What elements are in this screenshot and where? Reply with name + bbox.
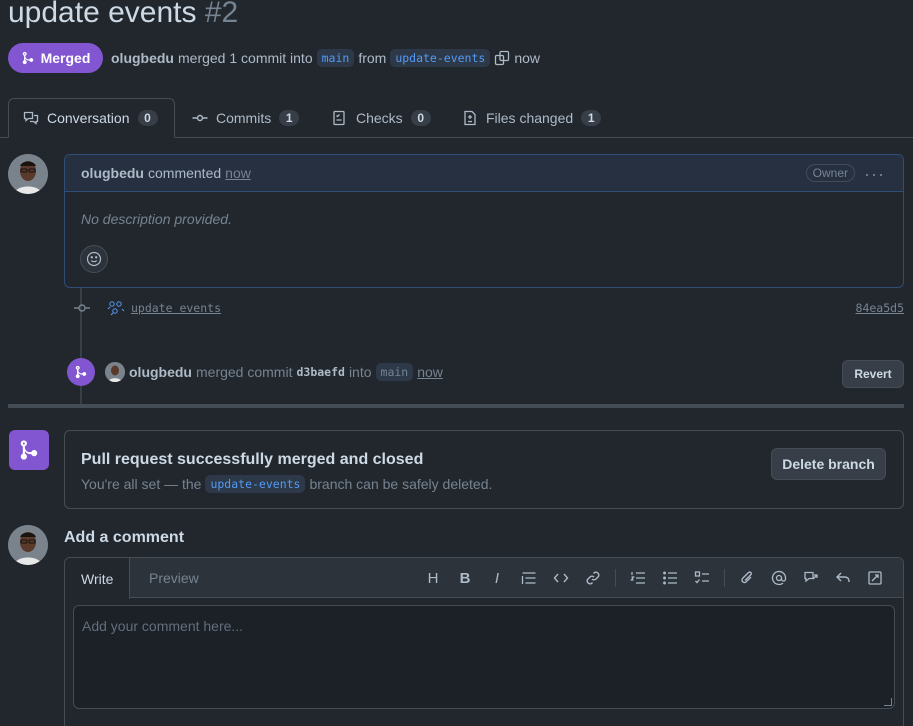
merge-event-line: olugbedu merged commit d3baefd into main… xyxy=(105,362,443,382)
comment-author[interactable]: olugbedu xyxy=(81,165,144,181)
pr-meta-line: olugbedu merged 1 commit into main from … xyxy=(111,49,540,67)
cross-reference-icon[interactable] xyxy=(795,569,827,587)
toolbar-divider xyxy=(615,569,616,587)
tab-counter: 1 xyxy=(581,110,602,126)
pr-number: #2 xyxy=(204,0,239,29)
comment-discussion-icon xyxy=(23,111,39,125)
checklist-icon xyxy=(333,110,345,126)
italic-icon[interactable]: I xyxy=(481,569,513,587)
tab-conversation[interactable]: Conversation 0 xyxy=(8,98,175,138)
tab-preview[interactable]: Preview xyxy=(133,558,215,598)
pr-title-text: update events xyxy=(8,0,197,29)
merged-event-badge xyxy=(67,358,95,386)
smiley-icon xyxy=(86,251,102,267)
head-branch[interactable]: update-events xyxy=(205,475,306,493)
copy-icon[interactable] xyxy=(494,50,510,66)
base-branch[interactable]: main xyxy=(316,49,355,67)
avatar[interactable] xyxy=(105,362,125,382)
mention-icon[interactable] xyxy=(763,569,795,587)
pr-title: update events #2 xyxy=(8,0,238,30)
comment-header: olugbedu commented now Owner ··· xyxy=(65,155,903,192)
git-commit-icon xyxy=(192,114,208,122)
owner-badge: Owner xyxy=(805,164,855,182)
tab-checks[interactable]: Checks 0 xyxy=(318,98,445,138)
editor-tabs: Write Preview H B I xyxy=(65,558,903,599)
tab-label: Commits xyxy=(216,110,272,126)
link-icon[interactable] xyxy=(577,569,609,587)
comment-time[interactable]: now xyxy=(225,165,251,181)
delete-branch-button[interactable]: Delete branch xyxy=(771,448,886,480)
add-reaction-button[interactable] xyxy=(80,245,108,273)
add-comment-title: Add a comment xyxy=(64,529,185,546)
tab-counter: 0 xyxy=(137,110,158,126)
merged-description: You're all set — the update-events branc… xyxy=(81,475,492,493)
merge-sha[interactable]: d3baefd xyxy=(296,365,344,379)
tab-label: Conversation xyxy=(47,110,130,126)
markdown-toolbar: H B I xyxy=(417,569,891,587)
tab-counter: 0 xyxy=(410,110,431,126)
git-merge-icon xyxy=(20,440,38,460)
bold-icon[interactable]: B xyxy=(449,569,481,587)
commit-sha[interactable]: 84ea5d5 xyxy=(856,301,904,315)
revert-button[interactable]: Revert xyxy=(842,360,904,388)
comment-editor: Write Preview H B I Add your comment her… xyxy=(64,557,904,726)
comment-body: No description provided. xyxy=(81,211,232,227)
quote-icon[interactable] xyxy=(513,569,545,587)
heading-glyph: H xyxy=(427,569,439,587)
unordered-list-icon[interactable] xyxy=(654,569,686,587)
git-merge-icon xyxy=(75,365,87,379)
tab-commits[interactable]: Commits 1 xyxy=(178,98,313,138)
tab-write[interactable]: Write xyxy=(65,558,131,599)
tab-label: Files changed xyxy=(486,110,574,126)
code-icon[interactable] xyxy=(545,569,577,587)
tab-label: Checks xyxy=(356,110,403,126)
merged-status-icon xyxy=(9,430,49,470)
merge-branch[interactable]: main xyxy=(375,363,414,381)
file-diff-icon xyxy=(464,110,476,126)
into-text: into xyxy=(348,364,372,380)
toolbar-divider xyxy=(724,569,725,587)
heading-icon[interactable]: H xyxy=(417,569,449,587)
merge-time[interactable]: now xyxy=(417,364,443,380)
merge-text: merged commit xyxy=(196,364,293,380)
task-list-icon[interactable] xyxy=(686,569,718,587)
git-merge-icon xyxy=(22,51,33,65)
kebab-menu-icon[interactable]: ··· xyxy=(864,164,885,185)
head-branch[interactable]: update-events xyxy=(390,49,491,67)
commit-row: update events 84ea5d5 xyxy=(70,298,904,318)
merged-text: merged 1 commit into xyxy=(178,50,313,66)
commit-message[interactable]: update events xyxy=(131,301,221,315)
tab-files-changed[interactable]: Files changed 1 xyxy=(448,98,615,138)
merged-status-box: Pull request successfully merged and clo… xyxy=(64,430,904,509)
merged-text-before: You're all set — the xyxy=(81,476,202,492)
avatar xyxy=(8,525,48,565)
comment-action: commented xyxy=(148,165,222,181)
paperclip-icon[interactable] xyxy=(731,569,763,587)
merged-heading: Pull request successfully merged and clo… xyxy=(81,451,424,468)
avatar[interactable] xyxy=(8,154,48,194)
timeline-end-separator xyxy=(8,404,904,408)
ordered-list-icon[interactable] xyxy=(622,569,654,587)
pr-author-link[interactable]: olugbedu xyxy=(111,50,174,66)
fullscreen-icon[interactable] xyxy=(859,569,891,587)
pr-time: now xyxy=(514,50,541,66)
contributors-icon xyxy=(107,301,125,316)
from-text: from xyxy=(358,50,387,66)
git-commit-icon xyxy=(74,304,90,312)
reply-icon[interactable] xyxy=(827,569,859,587)
state-label: Merged xyxy=(40,50,91,66)
merge-author[interactable]: olugbedu xyxy=(129,364,192,380)
resize-handle[interactable] xyxy=(884,698,892,706)
comment-placeholder: Add your comment here... xyxy=(82,618,244,634)
tab-counter: 1 xyxy=(279,110,300,126)
merged-text-after: branch can be safely deleted. xyxy=(309,476,493,492)
comment-box: olugbedu commented now Owner ··· No desc… xyxy=(64,154,904,288)
comment-textarea[interactable]: Add your comment here... xyxy=(73,605,895,709)
merged-state-badge: Merged xyxy=(8,43,103,73)
